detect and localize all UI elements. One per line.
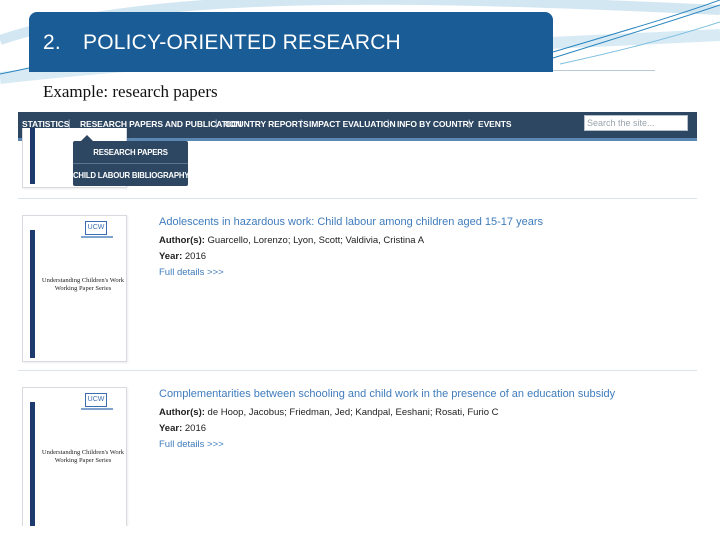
year-label: Year: xyxy=(159,423,183,434)
cover-stripe xyxy=(30,128,35,184)
authors-label: Author(s): xyxy=(159,407,205,418)
cover-title-line: Understanding Children's Work xyxy=(41,449,125,456)
authors-value: de Hoop, Jacobus; Friedman, Jed; Kandpal… xyxy=(207,407,499,418)
cover-title-line: Understanding Children's Work xyxy=(41,277,125,284)
nav-separator: | xyxy=(215,118,218,128)
cover-title-line: Working Paper Series xyxy=(54,285,112,292)
paper-authors: Author(s): Guarcello, Lorenzo; Lyon, Sco… xyxy=(159,235,424,246)
dropdown-item-child-labour-bibliography[interactable]: CHILD LABOUR BIBLIOGRAPHY xyxy=(73,171,189,180)
cover-stripe xyxy=(30,230,35,358)
ucw-logo: UCW xyxy=(85,393,107,407)
slide-title-bar: 2. POLICY-ORIENTED RESEARCH xyxy=(29,12,553,72)
slide-subtitle: Example: research papers xyxy=(43,82,218,101)
nav-item-country-reports[interactable]: COUNTRY REPORTS xyxy=(225,119,309,129)
ucw-logo: UCW xyxy=(85,221,107,235)
year-value: 2016 xyxy=(184,423,207,434)
paper-title-link[interactable]: Adolescents in hazardous work: Child lab… xyxy=(159,216,543,228)
paper-cover-thumbnail[interactable]: UCW Understanding Children's Work Workin… xyxy=(22,387,127,526)
year-value: 2016 xyxy=(184,251,207,262)
cover-title: Understanding Children's Work Working Pa… xyxy=(33,449,133,465)
row-divider xyxy=(18,198,697,199)
slide-title-text: POLICY-ORIENTED RESEARCH xyxy=(83,31,401,54)
dropdown-divider xyxy=(73,163,188,164)
nav-item-info-by-country[interactable]: INFO BY COUNTRY xyxy=(397,119,474,129)
research-papers-dropdown: RESEARCH PAPERS CHILD LABOUR BIBLIOGRAPH… xyxy=(73,135,189,186)
search-input[interactable]: Search the site... xyxy=(584,115,688,131)
authors-value: Guarcello, Lorenzo; Lyon, Scott; Valdivi… xyxy=(207,235,425,246)
nav-separator: | xyxy=(468,118,471,128)
paper-title-link[interactable]: Complementarities between schooling and … xyxy=(159,388,615,400)
authors-label: Author(s): xyxy=(159,235,205,246)
logo-underline xyxy=(81,236,113,238)
title-divider xyxy=(553,70,655,71)
nav-separator: | xyxy=(68,118,71,128)
row-divider xyxy=(18,370,697,371)
paper-cover-thumbnail[interactable]: UCW Understanding Children's Work Workin… xyxy=(22,215,127,362)
nav-separator: | xyxy=(300,118,303,128)
nav-item-events[interactable]: EVENTS xyxy=(478,119,512,129)
dropdown-item-research-papers[interactable]: RESEARCH PAPERS xyxy=(73,148,188,157)
cover-title: Understanding Children's Work Working Pa… xyxy=(33,277,133,293)
cover-title-line: Working Paper Series xyxy=(54,457,112,464)
full-details-link[interactable]: Full details >>> xyxy=(159,439,224,450)
nav-item-impact-evaluation[interactable]: IMPACT EVALUATION xyxy=(309,119,396,129)
dropdown-caret-icon xyxy=(81,135,93,141)
logo-underline xyxy=(81,408,113,410)
nav-separator: | xyxy=(387,118,390,128)
paper-year: Year: 2016 xyxy=(159,251,206,262)
full-details-link[interactable]: Full details >>> xyxy=(159,267,224,278)
year-label: Year: xyxy=(159,251,183,262)
slide-title: 2. POLICY-ORIENTED RESEARCH xyxy=(43,31,401,55)
paper-year: Year: 2016 xyxy=(159,423,206,434)
website-screenshot: STATISTICS | RESEARCH PAPERS AND PUBLICA… xyxy=(18,112,697,526)
paper-authors: Author(s): de Hoop, Jacobus; Friedman, J… xyxy=(159,407,499,418)
slide-number: 2. xyxy=(43,31,61,54)
